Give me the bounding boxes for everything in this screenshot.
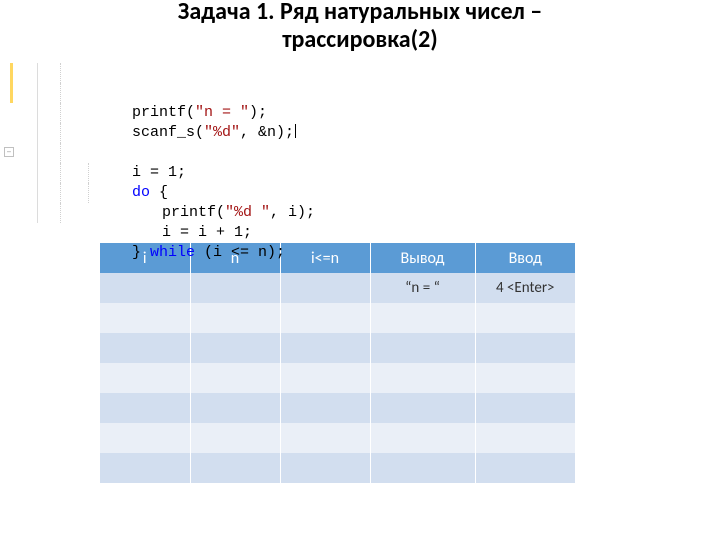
cell-out [370,393,475,423]
cell-i [100,333,190,363]
trace-table: i n i<=n Вывод Ввод “n = “4 <Enter> [100,243,575,483]
cell-out [370,333,475,363]
slide-title: Задача 1. Ряд натуральных чисел – трасси… [0,0,720,63]
cell-i [100,303,190,333]
code-line-4: i = 1; [38,123,186,143]
cell-out [370,453,475,483]
cell-i [100,453,190,483]
code-line-8: } while (i <= n); [38,203,285,223]
cell-out [370,303,475,333]
table-row [100,303,575,333]
cell-in [475,453,575,483]
cell-out: “n = “ [370,273,475,303]
cell-n [190,393,280,423]
cell-in [475,303,575,333]
table-row [100,363,575,393]
cell-in [475,333,575,363]
header-out: Вывод [370,243,475,273]
cell-in [475,363,575,393]
cell-out [370,363,475,393]
cell-cond [280,333,370,363]
cell-i [100,363,190,393]
cell-in [475,393,575,423]
fold-icon: – [4,147,14,157]
code-line-2: scanf_s("%d", &n); [38,83,296,103]
cell-cond [280,423,370,453]
code-line-5: do { [38,143,168,163]
table-body: “n = “4 <Enter> [100,273,575,483]
cell-n [190,423,280,453]
cell-in [475,423,575,453]
table-row: “n = “4 <Enter> [100,273,575,303]
cell-cond [280,453,370,483]
table-row [100,333,575,363]
header-in: Ввод [475,243,575,273]
table-row [100,423,575,453]
cell-cond [280,363,370,393]
cell-i [100,423,190,453]
cell-n [190,303,280,333]
cell-n [190,363,280,393]
table-row [100,453,575,483]
cell-i [100,393,190,423]
code-line-3 [38,103,132,123]
cell-n [190,273,280,303]
cell-out [370,423,475,453]
title-line-1: Задача 1. Ряд натуральных чисел – [178,0,542,26]
cell-n [190,333,280,363]
title-line-2: трассировка(2) [282,25,438,54]
cell-cond [280,303,370,333]
cell-cond [280,393,370,423]
cell-cond [280,273,370,303]
header-cond: i<=n [280,243,370,273]
code-line-1: printf("n = "); [38,63,267,83]
code-line-6: printf("%d ", i); [38,163,315,183]
table-row [100,393,575,423]
cell-in: 4 <Enter> [475,273,575,303]
text-cursor [295,124,296,138]
cell-n [190,453,280,483]
code-block: printf("n = "); scanf_s("%d", &n); i = 1… [10,63,346,223]
code-line-7: i = i + 1; [38,183,252,203]
